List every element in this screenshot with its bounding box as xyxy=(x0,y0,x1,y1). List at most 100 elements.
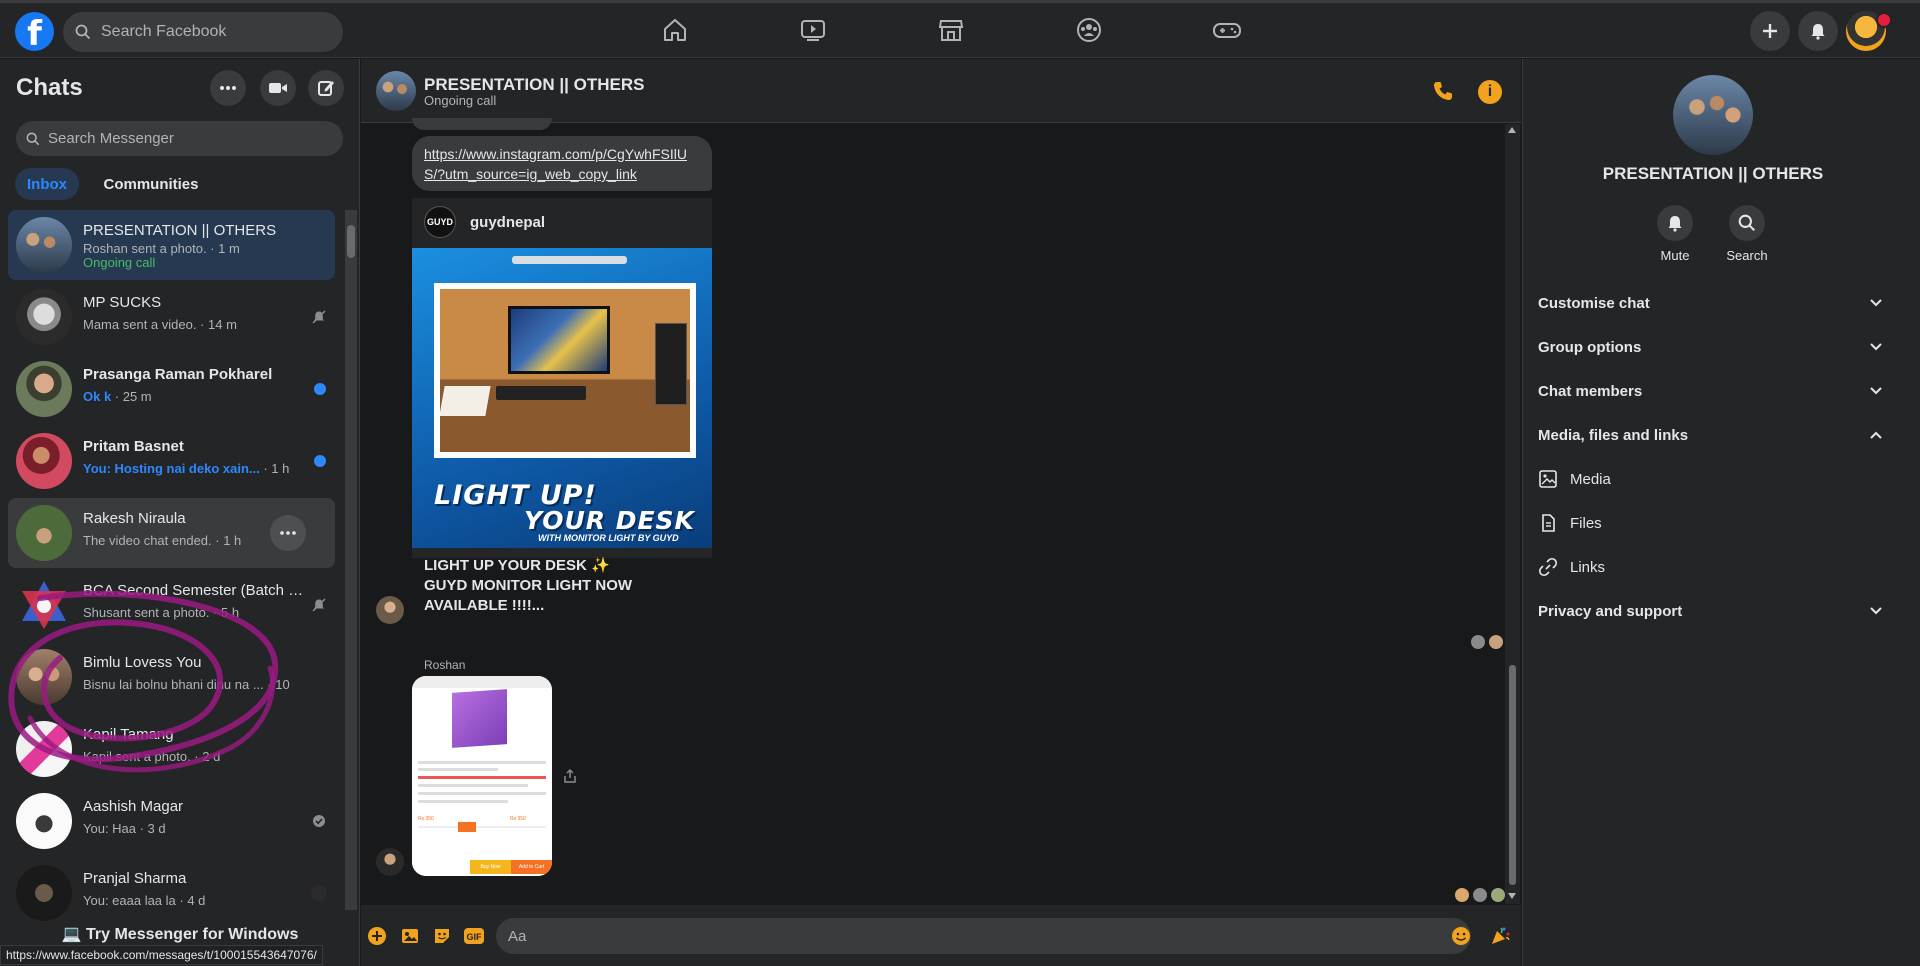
tab-inbox[interactable]: Inbox xyxy=(15,168,79,200)
marketplace-icon[interactable] xyxy=(935,14,967,46)
chat-item-pritam[interactable]: Pritam Basnet You: Hosting nai deko xain… xyxy=(8,426,335,496)
keyboard xyxy=(496,386,586,400)
info-icon[interactable]: i xyxy=(1478,80,1502,104)
media-item-label: Media xyxy=(1570,470,1611,488)
facebook-search-input[interactable]: Search Facebook xyxy=(63,12,343,52)
chevron-down-icon xyxy=(1870,607,1882,615)
photo-top-bar xyxy=(412,676,552,688)
search-icon xyxy=(1738,214,1756,232)
chat-call-status: Ongoing call xyxy=(83,255,156,270)
avatar xyxy=(16,217,72,273)
sender-avatar[interactable] xyxy=(376,848,404,876)
chat-item-aashish[interactable]: Aashish Magar You: Haa · 3 d xyxy=(8,786,335,856)
share-icon[interactable] xyxy=(562,768,578,788)
chat-preview: Ok k · 25 m xyxy=(83,389,293,404)
seen-avatar xyxy=(1488,634,1504,650)
text-line xyxy=(418,800,508,803)
home-icon[interactable] xyxy=(659,14,691,46)
chat-item-presentation-others[interactable]: PRESENTATION || OTHERS Roshan sent a pho… xyxy=(8,210,335,280)
add-plus-icon[interactable] xyxy=(366,925,388,947)
sender-avatar[interactable] xyxy=(376,596,404,624)
media-item-links[interactable]: Links xyxy=(1538,552,1883,582)
section-privacy-support[interactable]: Privacy and support xyxy=(1538,596,1883,626)
section-group-options[interactable]: Group options xyxy=(1538,332,1883,362)
mute-button[interactable] xyxy=(1657,205,1693,241)
sticker-icon[interactable] xyxy=(431,925,453,947)
message-bubble-link[interactable]: https://www.instagram.com/p/CgYwhFSIlUS/… xyxy=(412,136,712,191)
search-in-conversation-button[interactable] xyxy=(1729,205,1765,241)
chat-list-scrollbar[interactable] xyxy=(345,210,357,910)
conversation-status: Ongoing call xyxy=(424,93,497,108)
section-chat-members[interactable]: Chat members xyxy=(1538,376,1883,406)
phone-call-icon[interactable] xyxy=(1432,80,1454,106)
message-link[interactable]: https://www.instagram.com/p/CgYwhFSIlUS/… xyxy=(424,146,687,182)
chat-item-mp-sucks[interactable]: MP SUCKS Mama sent a video. · 14 m xyxy=(8,282,335,352)
messenger-search-input[interactable]: Search Messenger xyxy=(16,121,343,156)
photo-attach-icon[interactable] xyxy=(399,925,421,947)
shared-post-username: guydnepal xyxy=(470,213,546,231)
section-media-files-links[interactable]: Media, files and links xyxy=(1538,420,1883,450)
section-customise-chat[interactable]: Customise chat xyxy=(1538,288,1883,318)
svg-text:GIF: GIF xyxy=(467,932,483,942)
media-item-files[interactable]: Files xyxy=(1538,508,1883,538)
notebook xyxy=(439,386,491,416)
delivered-check-icon xyxy=(311,813,327,829)
chat-item-bca[interactable]: BCA Second Semester (Batch 2... Shusant … xyxy=(8,570,335,640)
chat-preview: Shusant sent a photo. · 5 h xyxy=(83,605,240,620)
conversation-title[interactable]: PRESENTATION || OTHERS xyxy=(424,75,644,95)
new-room-button[interactable] xyxy=(260,70,296,106)
chat-more-button[interactable] xyxy=(270,515,306,551)
party-popper-icon[interactable] xyxy=(1489,925,1511,947)
scroll-down-arrow[interactable] xyxy=(1508,893,1516,899)
avatar xyxy=(16,577,72,633)
emoji-icon[interactable] xyxy=(1450,925,1472,947)
chevron-down-icon xyxy=(1870,299,1882,307)
laptop-icon: 💻 xyxy=(61,926,82,943)
chevron-down-icon xyxy=(1870,343,1882,351)
create-menu-button[interactable] xyxy=(1750,11,1790,51)
scrollbar-thumb[interactable] xyxy=(1509,665,1516,885)
notifications-button[interactable] xyxy=(1798,11,1838,51)
chat-item-kapil[interactable]: Kapil Tamang Kapil sent a photo. · 2 d xyxy=(8,714,335,784)
chat-item-rakesh[interactable]: Rakesh Niraula The video chat ended. · 1… xyxy=(8,498,335,568)
chat-item-prasanga[interactable]: Prasanga Raman Pokharel Ok k · 25 m xyxy=(8,354,335,424)
groups-icon[interactable] xyxy=(1073,14,1105,46)
try-messenger-link[interactable]: 💻 Try Messenger for Windows xyxy=(0,924,360,944)
more-icon xyxy=(220,86,236,90)
section-label: Group options xyxy=(1538,338,1642,356)
watch-icon[interactable] xyxy=(797,14,829,46)
scrollbar-thumb[interactable] xyxy=(347,225,355,258)
message-input[interactable]: Aa xyxy=(496,918,1471,954)
chats-options-button[interactable] xyxy=(210,70,246,106)
text-line xyxy=(418,768,498,771)
group-avatar[interactable] xyxy=(1673,75,1753,155)
new-message-button[interactable] xyxy=(308,70,344,106)
gif-icon[interactable]: GIF xyxy=(463,925,485,947)
media-item-label: Files xyxy=(1570,514,1602,532)
chat-preview: Kapil sent a photo. · 2 d xyxy=(83,749,221,764)
chat-item-bimlu[interactable]: Bimlu Lovess You Bisnu lai bolnu bhani d… xyxy=(8,642,335,712)
shared-post-caption: LIGHT UP YOUR DESK ✨ GUYD MONITOR LIGHT … xyxy=(424,557,633,614)
shared-post-header: GUYD guydnepal xyxy=(424,206,545,238)
chat-preview: You: eaaa laa la · 4 d xyxy=(83,893,206,908)
browser-edge xyxy=(0,0,1920,3)
facebook-logo[interactable]: f xyxy=(15,12,54,51)
gaming-icon[interactable] xyxy=(1211,14,1243,46)
avatar xyxy=(16,505,72,561)
photo-message[interactable]: Rs 350 Rs 350 Buy Now Add to Cart xyxy=(412,676,552,876)
search-label: Search xyxy=(1726,248,1768,263)
chevron-down-icon xyxy=(1870,387,1882,395)
scroll-up-arrow[interactable] xyxy=(1508,127,1516,133)
chats-title: Chats xyxy=(16,74,83,101)
unread-dot xyxy=(314,455,326,467)
shared-post-image[interactable]: LIGHT UP! YOUR DESK WITH MONITOR LIGHT B… xyxy=(412,248,712,548)
conversation-avatar[interactable] xyxy=(376,71,416,111)
tab-communities[interactable]: Communities xyxy=(91,168,211,200)
monitor-lamp xyxy=(512,256,627,264)
chat-name: Kapil Tamang xyxy=(83,726,174,743)
chat-time: · 25 m xyxy=(111,389,152,404)
media-item-media[interactable]: Media xyxy=(1538,464,1883,494)
guyd-logo: GUYD xyxy=(424,206,456,238)
chat-item-pranjal[interactable]: Pranjal Sharma You: eaaa laa la · 4 d xyxy=(8,858,335,928)
try-messenger-label: Try Messenger for Windows xyxy=(86,926,299,943)
